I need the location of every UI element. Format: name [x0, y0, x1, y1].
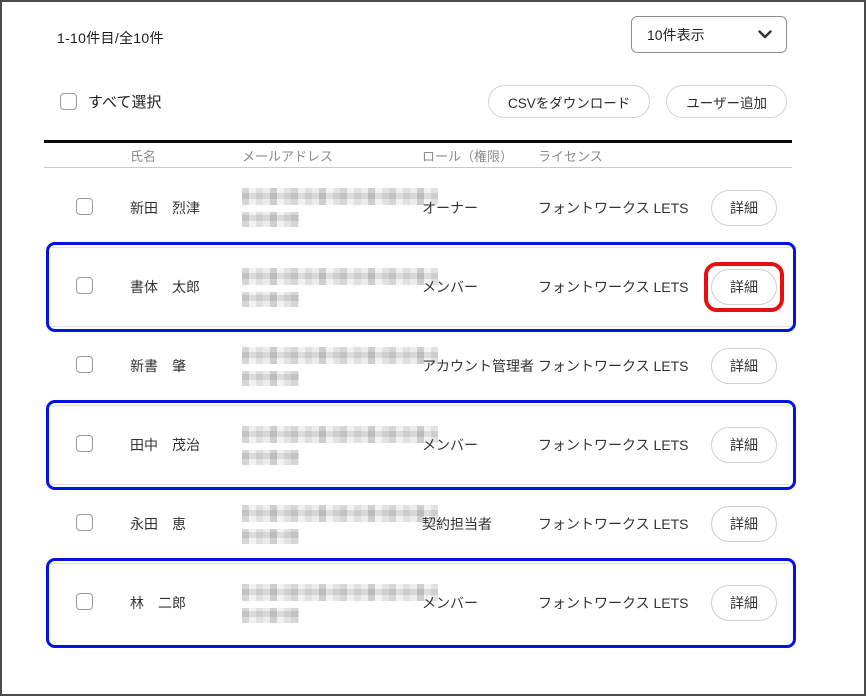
user-license: フォントワークス LETS	[538, 356, 696, 376]
download-csv-button[interactable]: CSVをダウンロード	[488, 85, 650, 118]
row-checkbox[interactable]	[76, 593, 93, 610]
table-row: 新田 烈津 オーナー フォントワークス LETS 詳細	[44, 168, 792, 247]
header-detail-spacer	[696, 155, 792, 156]
detail-button-wrap: 詳細	[711, 190, 777, 226]
page-size-dropdown[interactable]: 10件表示	[631, 16, 787, 53]
user-name: 書体 太郎	[130, 277, 242, 297]
user-email-redacted	[242, 268, 422, 307]
redacted-email-line1	[242, 426, 438, 443]
table-body: 新田 烈津 オーナー フォントワークス LETS 詳細 書体 太郎 メンバー フ…	[44, 168, 792, 642]
redacted-email-line2	[242, 212, 299, 227]
user-name: 永田 恵	[130, 514, 242, 534]
user-email-redacted	[242, 347, 422, 386]
select-all-checkbox[interactable]	[60, 93, 77, 110]
detail-cell: 詳細	[696, 506, 792, 542]
user-name: 田中 茂治	[130, 435, 242, 455]
user-role: オーナー	[422, 198, 538, 218]
page-size-value: 10件表示	[647, 25, 705, 45]
add-user-button[interactable]: ユーザー追加	[666, 85, 787, 118]
row-checkbox[interactable]	[76, 356, 93, 373]
user-name: 新田 烈津	[130, 198, 242, 218]
table-row: 林 二郎 メンバー フォントワークス LETS 詳細	[44, 563, 792, 642]
detail-cell: 詳細	[696, 585, 792, 621]
detail-cell: 詳細	[696, 427, 792, 463]
row-checkbox-cell	[44, 435, 130, 455]
table-row: 永田 恵 契約担当者 フォントワークス LETS 詳細	[44, 484, 792, 563]
user-role: メンバー	[422, 277, 538, 297]
user-table: 氏名 メールアドレス ロール（権限） ライセンス 新田 烈津 オーナー フォント…	[44, 140, 792, 642]
row-checkbox-cell	[44, 356, 130, 376]
detail-button-wrap: 詳細	[711, 269, 777, 305]
user-management-page: 1-10件目/全10件 10件表示 すべて選択 CSVをダウンロード ユーザー追…	[0, 0, 866, 696]
detail-button-wrap: 詳細	[711, 427, 777, 463]
row-checkbox-cell	[44, 198, 130, 218]
redacted-email-line2	[242, 608, 299, 623]
row-checkbox-cell	[44, 593, 130, 613]
redacted-email-line1	[242, 188, 438, 205]
user-license: フォントワークス LETS	[538, 593, 696, 613]
table-row: 書体 太郎 メンバー フォントワークス LETS 詳細	[44, 247, 792, 326]
user-license: フォントワークス LETS	[538, 277, 696, 297]
detail-button[interactable]: 詳細	[711, 348, 777, 384]
detail-cell: 詳細	[696, 190, 792, 226]
row-checkbox[interactable]	[76, 435, 93, 452]
select-all-control[interactable]: すべて選択	[60, 91, 161, 112]
detail-cell: 詳細	[696, 269, 792, 305]
user-license: フォントワークス LETS	[538, 198, 696, 218]
redacted-email-line1	[242, 584, 438, 601]
user-email-redacted	[242, 584, 422, 623]
user-role: メンバー	[422, 435, 538, 455]
user-email-redacted	[242, 505, 422, 544]
redacted-email-line1	[242, 268, 438, 285]
row-checkbox[interactable]	[76, 514, 93, 531]
chevron-down-icon	[758, 30, 772, 39]
row-checkbox[interactable]	[76, 198, 93, 215]
user-role: アカウント管理者	[422, 356, 538, 376]
redacted-email-line2	[242, 529, 299, 544]
column-header-license: ライセンス	[538, 145, 696, 165]
user-role: 契約担当者	[422, 514, 538, 534]
user-name: 新書 肇	[130, 356, 242, 376]
detail-button-wrap: 詳細	[711, 348, 777, 384]
detail-button[interactable]: 詳細	[711, 269, 777, 305]
detail-button[interactable]: 詳細	[711, 506, 777, 542]
detail-cell: 詳細	[696, 348, 792, 384]
column-header-name: 氏名	[130, 145, 242, 165]
table-row: 新書 肇 アカウント管理者 フォントワークス LETS 詳細	[44, 326, 792, 405]
result-count: 1-10件目/全10件	[57, 28, 164, 48]
user-license: フォントワークス LETS	[538, 514, 696, 534]
user-name: 林 二郎	[130, 593, 242, 613]
detail-button[interactable]: 詳細	[711, 585, 777, 621]
table-header-row: 氏名 メールアドレス ロール（権限） ライセンス	[44, 140, 792, 168]
row-checkbox-cell	[44, 514, 130, 534]
detail-button-wrap: 詳細	[711, 506, 777, 542]
toolbar-buttons: CSVをダウンロード ユーザー追加	[488, 85, 787, 118]
select-all-label: すべて選択	[88, 91, 161, 112]
detail-button[interactable]: 詳細	[711, 427, 777, 463]
user-email-redacted	[242, 426, 422, 465]
detail-button-wrap: 詳細	[711, 585, 777, 621]
user-email-redacted	[242, 188, 422, 227]
redacted-email-line1	[242, 505, 438, 522]
detail-button[interactable]: 詳細	[711, 190, 777, 226]
row-checkbox[interactable]	[76, 277, 93, 294]
column-header-email: メールアドレス	[242, 145, 422, 165]
redacted-email-line2	[242, 450, 299, 465]
header-checkbox-spacer	[44, 155, 130, 156]
column-header-role: ロール（権限）	[422, 145, 538, 165]
redacted-email-line2	[242, 292, 299, 307]
table-row: 田中 茂治 メンバー フォントワークス LETS 詳細	[44, 405, 792, 484]
redacted-email-line1	[242, 347, 438, 364]
user-license: フォントワークス LETS	[538, 435, 696, 455]
user-role: メンバー	[422, 593, 538, 613]
redacted-email-line2	[242, 371, 299, 386]
row-checkbox-cell	[44, 277, 130, 297]
